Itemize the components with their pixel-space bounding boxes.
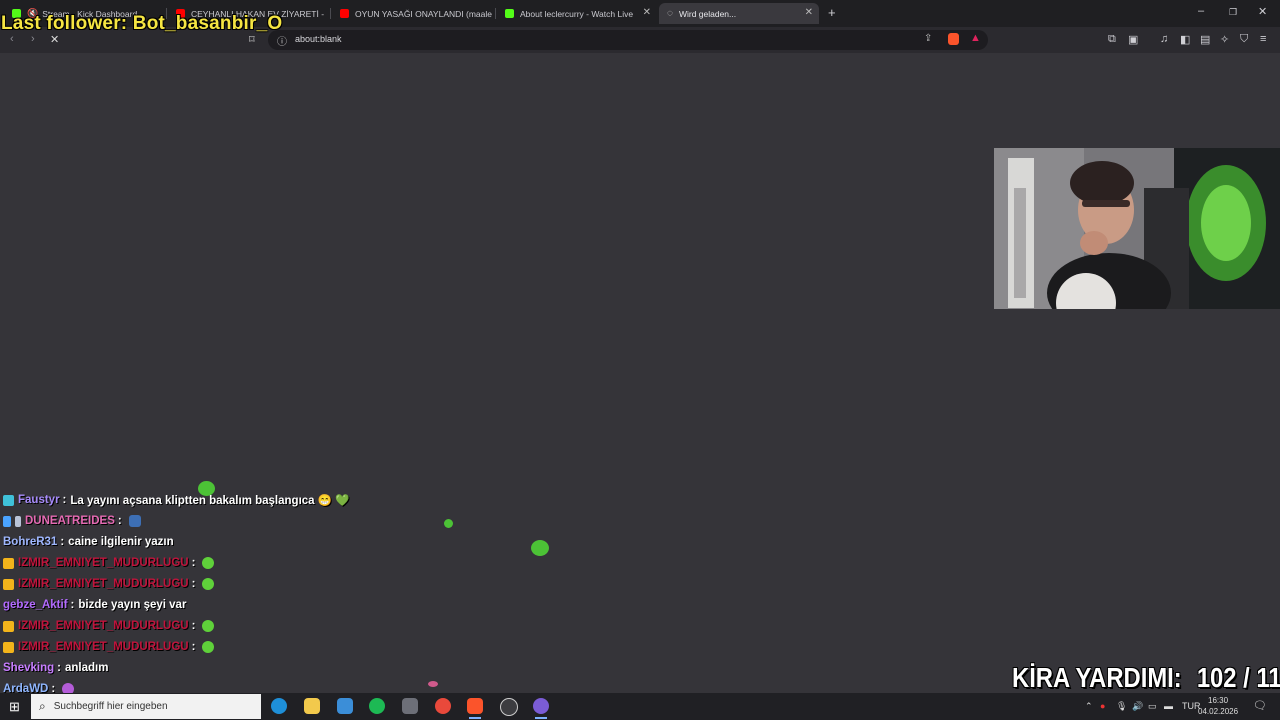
chat-username: Shevking xyxy=(3,662,55,674)
wallet-button-icon[interactable]: ▤ xyxy=(1200,33,1210,46)
extensions-icon[interactable]: ⧉ xyxy=(1108,33,1116,46)
crown-badge-icon xyxy=(3,578,14,590)
floating-emote xyxy=(531,540,549,556)
loading-spinner-icon: ◌ xyxy=(667,8,673,19)
subscriber-badge-icon xyxy=(3,494,14,506)
kira-goal-progress: 102 / 110 xyxy=(1196,662,1280,693)
chat-username: Faustyr xyxy=(18,494,60,506)
crown-badge-icon xyxy=(3,620,14,632)
emote-icon xyxy=(202,578,215,590)
search-placeholder: Suchbegriff hier eingeben xyxy=(53,701,168,712)
brave-taskbar-icon[interactable] xyxy=(467,698,483,719)
chat-username: IZMIR_EMNIYET_MUDURLUGU xyxy=(18,578,189,590)
brave-rewards-icon[interactable]: ▲ xyxy=(970,32,981,44)
network-icon[interactable]: ▭ xyxy=(1148,701,1157,712)
obs-icon[interactable] xyxy=(500,698,518,716)
file-explorer-icon[interactable] xyxy=(304,698,320,714)
chat-message: IZMIR_EMNIYET_MUDURLUGU : xyxy=(3,574,215,594)
chat-username: gebze_Aktif xyxy=(3,599,68,611)
notification-icon[interactable]: 🗨 xyxy=(1253,699,1267,712)
chat-username: BohreR31 xyxy=(3,536,58,548)
volume-icon[interactable]: 🔊 xyxy=(1132,701,1143,712)
emote-icon xyxy=(202,557,215,569)
taskbar-search-input[interactable]: ⌕ Suchbegriff hier eingeben xyxy=(31,694,261,719)
tray-chevron-icon[interactable]: ⌃ xyxy=(1085,701,1093,712)
maximize-icon[interactable]: ❐ xyxy=(1229,7,1237,18)
emote-icon xyxy=(202,641,215,653)
crown-badge-icon xyxy=(3,641,14,653)
emote-icon xyxy=(128,515,141,527)
chrome-icon[interactable] xyxy=(435,698,451,714)
windows-start-icon[interactable]: ⊞ xyxy=(9,699,20,715)
new-tab-button[interactable]: + xyxy=(828,5,836,20)
last-follower-overlay: Last follower: Bot_basanbir_O xyxy=(1,13,283,34)
tab-leclercurry[interactable]: About leclercurry - Watch Live o ✕ xyxy=(497,3,657,24)
tab-title: Wird geladen... xyxy=(678,8,737,19)
microphone-icon[interactable]: 🎙 xyxy=(1116,701,1127,712)
chat-message: IZMIR_EMNIYET_MUDURLUGU : xyxy=(3,616,215,636)
webcam-image xyxy=(994,148,1280,309)
tab-loading[interactable]: ◌ Wird geladen... ✕ xyxy=(659,3,819,24)
chat-message: gebze_Aktif : bizde yayın şeyi var xyxy=(3,599,187,611)
tab-title: About leclercurry - Watch Live o xyxy=(520,8,634,19)
battery-icon[interactable]: ▬ xyxy=(1164,701,1173,711)
chat-message: IZMIR_EMNIYET_MUDURLUGU : xyxy=(3,553,215,573)
chat-text: La yayını açsana kliptten bakalım başlan… xyxy=(70,495,350,507)
spotify-icon[interactable] xyxy=(369,698,385,714)
wallet-icon[interactable]: ▣ xyxy=(1128,33,1138,46)
chat-message: DUNEATREIDES : xyxy=(3,511,141,531)
chat-username: DUNEATREIDES xyxy=(25,515,115,527)
brave-shields-icon[interactable] xyxy=(948,33,959,45)
close-tab-icon[interactable]: ✕ xyxy=(805,7,813,18)
emote-icon xyxy=(202,620,215,632)
media-icon[interactable]: ♫ xyxy=(1160,33,1168,45)
chat-message: Faustyr : La yayını açsana kliptten baka… xyxy=(3,490,350,510)
info-icon: ⓘ xyxy=(277,37,287,48)
chat-text: anladım xyxy=(64,662,109,674)
menu-icon[interactable]: ≡ xyxy=(1260,33,1266,45)
youtube-icon xyxy=(340,9,349,18)
chat-message: BohreR31 : caine ilgilenir yazın xyxy=(3,536,174,548)
calculator-icon[interactable] xyxy=(402,698,418,714)
tab-youtube-oyun[interactable]: OYUN YASAĞI ONAYLANDI (maalese xyxy=(332,3,492,24)
close-tab-icon[interactable]: ✕ xyxy=(643,7,651,18)
chat-username: IZMIR_EMNIYET_MUDURLUGU xyxy=(18,620,189,632)
badge-icon xyxy=(3,515,11,527)
kira-yardimi-goal: KİRA YARDIMI: 102 / 110 xyxy=(1012,662,1280,694)
close-window-icon[interactable]: ✕ xyxy=(1258,5,1267,18)
chat-text: bizde yayın şeyi var xyxy=(78,599,187,611)
edge-icon[interactable] xyxy=(271,698,287,714)
kick-icon xyxy=(505,9,514,18)
windows-taskbar: ⊞ ⌕ Suchbegriff hier eingeben ⌃ ● 🎙 🔊 ▭ … xyxy=(0,693,1280,720)
chat-message: IZMIR_EMNIYET_MUDURLUGU : xyxy=(3,637,215,657)
shield-badge-icon xyxy=(15,515,21,527)
chat-username: IZMIR_EMNIYET_MUDURLUGU xyxy=(18,641,189,653)
minimize-icon[interactable]: – xyxy=(1198,5,1204,17)
taskbar-clock[interactable]: 16:30 04.02.2026 xyxy=(1198,695,1238,717)
chat-username: IZMIR_EMNIYET_MUDURLUGU xyxy=(18,557,189,569)
discord-icon[interactable] xyxy=(533,698,549,719)
vpn-icon[interactable]: ⛉ xyxy=(1240,33,1248,46)
chat-text: caine ilgilenir yazın xyxy=(68,536,174,548)
sidebar-icon[interactable]: ◧ xyxy=(1180,33,1190,46)
crown-badge-icon xyxy=(3,557,14,569)
mail-icon[interactable] xyxy=(337,698,353,714)
tab-title: OYUN YASAĞI ONAYLANDI (maalese xyxy=(355,8,492,19)
url-text[interactable]: about:blank xyxy=(295,34,342,44)
search-icon: ⌕ xyxy=(39,699,46,713)
floating-emote xyxy=(428,681,438,687)
share-icon[interactable]: ⇪ xyxy=(924,33,932,44)
address-bar[interactable]: ⓘ about:blank ⇪ ▲ xyxy=(268,30,988,50)
leo-ai-icon[interactable]: ✧ xyxy=(1220,33,1229,46)
webcam-feed xyxy=(994,148,1280,309)
clock-time: 16:30 xyxy=(1208,696,1229,705)
tray-app-icon[interactable]: ● xyxy=(1100,701,1105,711)
clock-date: 04.02.2026 xyxy=(1198,707,1239,716)
floating-emote xyxy=(444,519,453,528)
chat-message: Shevking : anladım xyxy=(3,662,109,674)
kira-goal-label: KİRA YARDIMI: xyxy=(1012,662,1182,693)
